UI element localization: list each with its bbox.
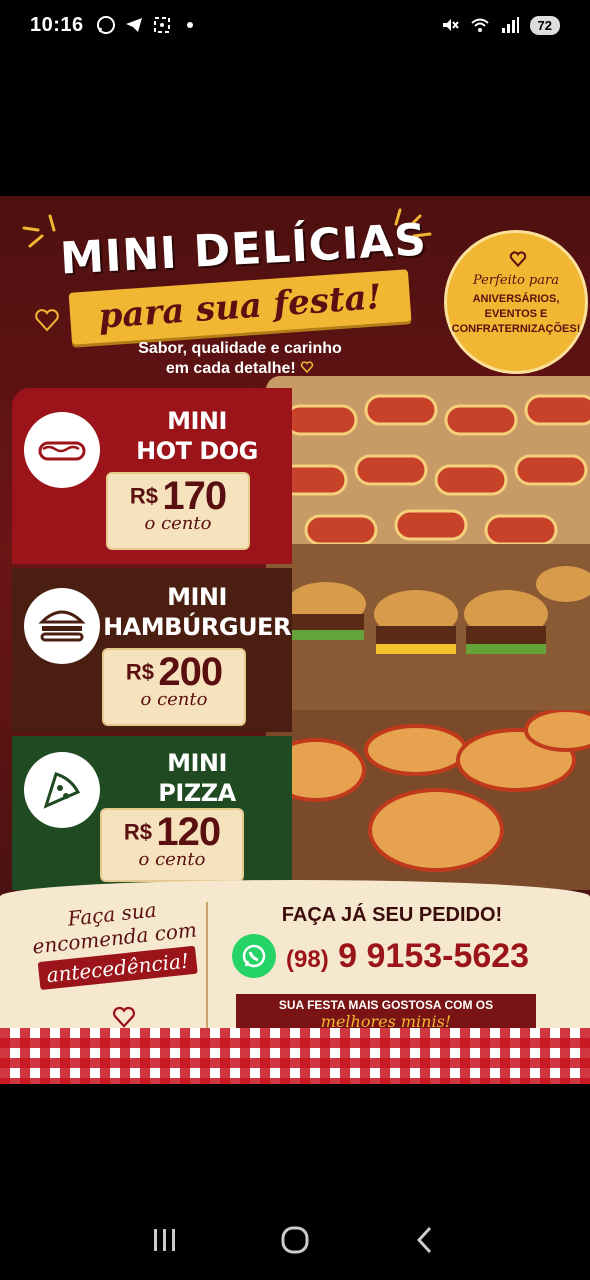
navigation-bar <box>0 1200 590 1280</box>
price-card: R$ 170 o cento <box>106 472 250 550</box>
battery-icon: 72 <box>529 15 560 35</box>
mute-icon <box>442 19 459 31</box>
tablecloth-pattern <box>0 1028 590 1084</box>
tagline-line: Sabor, qualidade e carinho <box>138 340 342 357</box>
recent-apps-icon <box>154 1229 175 1251</box>
slogan-line: SUA FESTA MAIS GOSTOSA COM OS <box>278 998 494 1012</box>
price-unit: o cento <box>140 689 208 710</box>
recent-apps-button[interactable] <box>145 1220 185 1260</box>
price-value: 120 <box>156 810 221 854</box>
price-card: R$ 200 o cento <box>102 648 246 726</box>
item-name-line: HOT DOG <box>136 437 258 465</box>
status-bar: 10:16 72 <box>0 0 590 50</box>
price-unit: o cento <box>138 849 206 870</box>
hotdog-photo <box>266 376 590 566</box>
badge-line: ANIVERSÁRIOS, <box>472 293 560 305</box>
item-name: MINI HOT DOG <box>102 406 292 466</box>
menu-item-burger: MINI HAMBÚRGUER R$ 200 o cento <box>12 568 292 732</box>
price-value: 170 <box>162 474 227 518</box>
telegram-icon <box>125 18 142 32</box>
price-currency: R$ <box>123 819 152 845</box>
event-badge: Perfeito para ANIVERSÁRIOS, EVENTOS E CO… <box>444 230 588 374</box>
phone-area-code: (98) <box>286 945 329 973</box>
badge-events: ANIVERSÁRIOS, EVENTOS E CONFRATERNIZAÇÕE… <box>447 292 585 337</box>
poster-subtitle: para sua festa! <box>97 277 383 337</box>
dot-icon <box>186 22 193 28</box>
back-icon <box>416 1226 432 1254</box>
status-time: 10:16 <box>30 13 84 36</box>
screenshot-icon <box>153 17 170 33</box>
price-unit: o cento <box>144 513 212 534</box>
home-button[interactable] <box>275 1220 315 1260</box>
wifi-icon <box>470 18 489 32</box>
item-name-line: MINI <box>167 749 227 777</box>
badge-line: EVENTOS E <box>484 308 548 320</box>
item-name: MINI HAMBÚRGUER <box>102 582 292 642</box>
phone-row: (98) 9 9153-5623 <box>232 934 529 978</box>
menu-item-pizza: MINI PIZZA R$ 120 o cento <box>12 736 292 890</box>
phone-number: (98) 9 9153-5623 <box>286 937 529 976</box>
poster-image: MINI DELÍCIAS para sua festa! Sabor, qua… <box>0 196 590 1084</box>
badge-line: CONFRATERNIZAÇÕES! <box>451 323 581 335</box>
item-name-line: HAMBÚRGUER <box>103 613 291 641</box>
heart-icon <box>300 361 314 374</box>
item-name-line: MINI <box>167 407 227 435</box>
pizza-photo <box>266 710 590 890</box>
heart-icon <box>112 1006 136 1028</box>
menu-item-hotdog: MINI HOT DOG R$ 170 o cento <box>12 388 292 564</box>
order-cta: FAÇA JÁ SEU PEDIDO! <box>281 904 503 926</box>
badge-intro: Perfeito para <box>473 273 559 288</box>
poster-header: MINI DELÍCIAS para sua festa! Sabor, qua… <box>0 196 590 396</box>
home-icon <box>281 1226 309 1254</box>
price-currency: R$ <box>125 659 154 685</box>
back-button[interactable] <box>405 1220 445 1260</box>
order-note: Faça sua encomenda com antecedência! <box>26 893 203 991</box>
signal-icon <box>501 17 519 33</box>
burger-photo <box>266 544 590 730</box>
item-name: MINI PIZZA <box>102 748 292 808</box>
poster-tagline: Sabor, qualidade e carinho em cada detal… <box>120 339 360 379</box>
burger-icon <box>24 588 100 664</box>
heart-icon <box>509 251 527 267</box>
item-name-line: MINI <box>167 583 227 611</box>
price-currency: R$ <box>129 483 158 509</box>
item-name-line: PIZZA <box>158 779 236 807</box>
heart-icon <box>35 309 59 332</box>
whatsapp-icon <box>96 16 115 34</box>
price-value: 200 <box>158 650 223 694</box>
whatsapp-icon <box>232 934 276 978</box>
phone-digits: 9 9153-5623 <box>338 936 530 975</box>
hotdog-icon <box>24 412 100 488</box>
tagline-line: em cada detalhe! <box>165 360 296 377</box>
footer-divider <box>206 902 208 1032</box>
price-card: R$ 120 o cento <box>100 808 244 882</box>
pizza-icon <box>24 752 100 828</box>
